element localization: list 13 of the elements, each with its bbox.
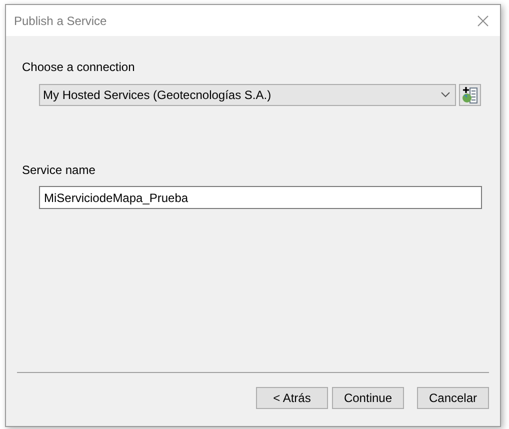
add-server-icon	[462, 86, 478, 104]
back-button[interactable]: < Atrás	[256, 387, 328, 409]
continue-button[interactable]: Continue	[332, 387, 404, 409]
connection-label: Choose a connection	[22, 59, 136, 75]
window-title: Publish a Service	[14, 12, 107, 30]
service-name-field[interactable]: MiServiciodeMapa_Prueba	[39, 186, 482, 209]
dropdown-value: My Hosted Services (Geotecnologías S.A.)	[43, 87, 272, 104]
close-icon[interactable]	[477, 14, 489, 26]
cancel-button[interactable]: Cancelar	[417, 387, 489, 409]
connection-dropdown[interactable]: My Hosted Services (Geotecnologías S.A.)	[39, 84, 456, 106]
chevron-down-icon	[441, 92, 450, 98]
service-name-label: Service name	[22, 162, 96, 178]
add-connection-button[interactable]	[459, 84, 481, 106]
